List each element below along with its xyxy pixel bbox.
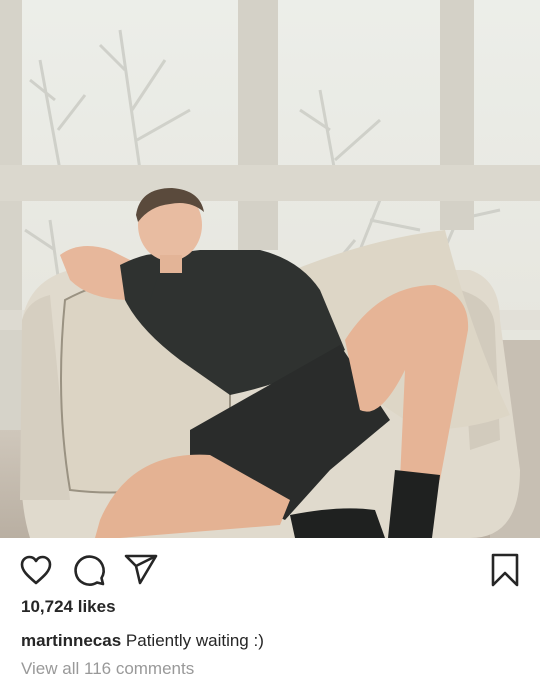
caption-text: Patiently waiting :) <box>125 631 264 650</box>
action-bar <box>0 538 540 600</box>
photo-illustration <box>0 0 540 538</box>
comment-bubble-icon[interactable] <box>71 552 107 588</box>
post-caption: martinnecas Patiently waiting :) <box>21 631 264 651</box>
view-all-comments-link[interactable]: View all 116 comments <box>21 659 194 679</box>
heart-icon[interactable] <box>18 552 54 588</box>
paper-plane-icon[interactable] <box>123 552 159 588</box>
post-photo[interactable] <box>0 0 540 538</box>
likes-count[interactable]: 10,724 likes <box>21 597 116 617</box>
bookmark-icon[interactable] <box>487 552 523 588</box>
caption-username[interactable]: martinnecas <box>21 631 121 650</box>
instagram-post: 10,724 likes martinnecas Patiently waiti… <box>0 0 540 678</box>
